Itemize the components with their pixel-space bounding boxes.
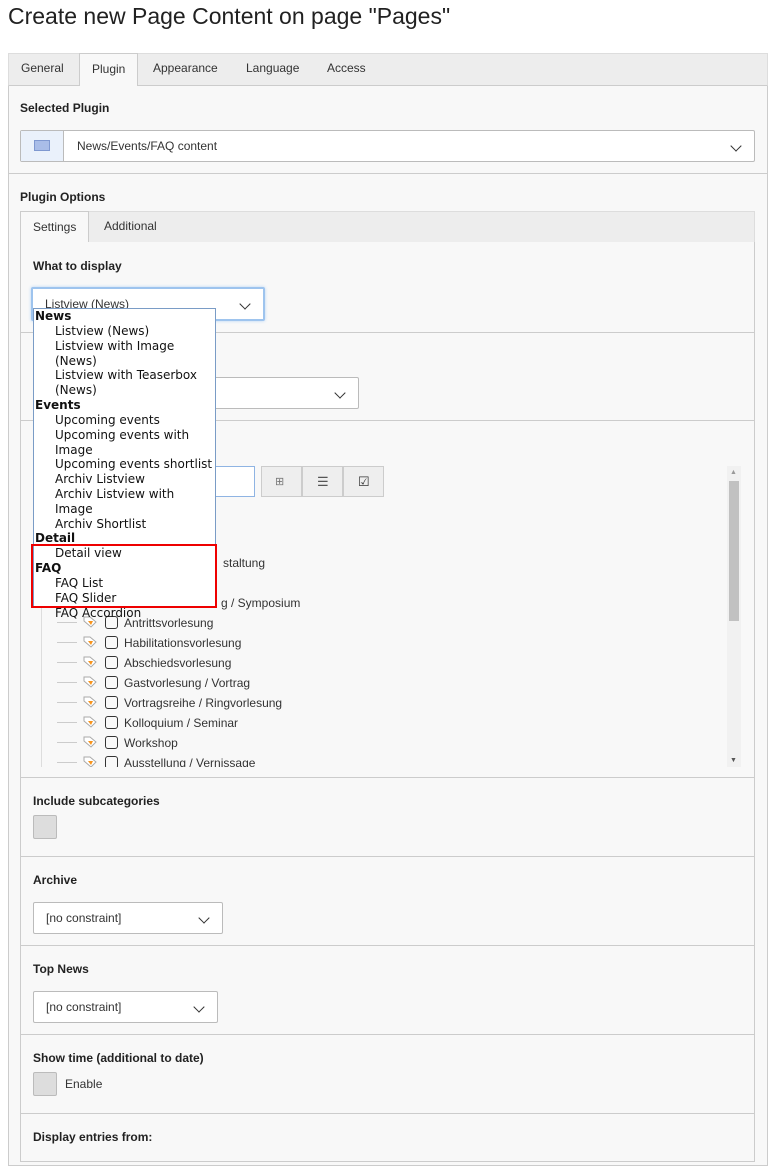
tree-item[interactable]: Gastvorlesung / Vortrag	[57, 673, 250, 693]
tree-item[interactable]: Workshop	[57, 733, 178, 753]
show-time-label: Show time (additional to date)	[33, 1051, 204, 1065]
tree-item[interactable]: staltung	[223, 553, 265, 573]
dropdown-group-events: Events	[35, 397, 81, 412]
divider	[21, 1113, 754, 1114]
checkbox[interactable]	[105, 676, 118, 689]
plugin-options-tabs: Settings Additional	[20, 211, 755, 243]
show-time-enable-label: Enable	[65, 1077, 103, 1091]
tab-language[interactable]: Language	[234, 53, 311, 86]
tree-scrollbar[interactable]: ▲ ▼	[727, 466, 741, 767]
chevron-down-icon	[193, 1001, 205, 1013]
page-title: Create new Page Content on page "Pages"	[8, 3, 451, 29]
tree-item-label: Habilitationsvorlesung	[124, 636, 242, 650]
top-news-value: [no constraint]	[46, 1000, 122, 1014]
dropdown-option[interactable]: Listview with Image (News)	[34, 339, 215, 369]
divider	[21, 777, 754, 778]
category-tag-icon	[83, 736, 105, 750]
dropdown-option[interactable]: FAQ Slider	[34, 591, 215, 606]
include-subcategories-checkbox[interactable]	[33, 815, 57, 839]
selected-plugin-select[interactable]: News/Events/FAQ content	[20, 130, 755, 162]
tab-additional[interactable]: Additional	[92, 211, 169, 244]
dropdown-option[interactable]: Upcoming events	[34, 413, 215, 428]
category-tag-icon	[83, 656, 105, 670]
top-news-select[interactable]: [no constraint]	[33, 991, 218, 1023]
tab-general[interactable]: General	[9, 53, 76, 86]
dropdown-option[interactable]: Archiv Listview with Image	[34, 487, 215, 517]
divider	[9, 173, 767, 174]
divider	[21, 856, 754, 857]
tree-item-label: Vortragsreihe / Ringvorlesung	[124, 696, 283, 710]
category-tag-icon	[83, 696, 105, 710]
tree-item[interactable]: g / Symposium	[221, 593, 300, 613]
include-subcategories-label: Include subcategories	[33, 794, 160, 808]
archive-value: [no constraint]	[46, 911, 122, 925]
dropdown-option[interactable]: Upcoming events with Image	[34, 428, 215, 458]
category-tag-icon	[83, 716, 105, 730]
archive-select[interactable]: [no constraint]	[33, 902, 223, 934]
tree-item-label: Kolloquium / Seminar	[124, 716, 239, 730]
tree-item[interactable]: Abschiedsvorlesung	[57, 653, 231, 673]
tree-item-label: Abschiedsvorlesung	[124, 656, 232, 670]
what-to-display-label: What to display	[33, 259, 122, 273]
main-tabs: General Plugin Appearance Language Acces…	[8, 53, 768, 87]
selected-plugin-label: Selected Plugin	[20, 101, 110, 115]
tree-item-label: Gastvorlesung / Vortrag	[124, 676, 251, 690]
dropdown-option[interactable]: Listview with Teaserbox (News)	[34, 368, 215, 398]
chevron-down-icon	[239, 298, 251, 310]
tab-appearance[interactable]: Appearance	[141, 53, 230, 86]
top-news-label: Top News	[33, 962, 89, 976]
show-time-checkbox[interactable]	[33, 1072, 57, 1096]
tab-settings[interactable]: Settings	[20, 211, 90, 243]
plugin-icon	[21, 131, 64, 161]
display-entries-from-label: Display entries from:	[33, 1130, 153, 1144]
tree-item[interactable]: Kolloquium / Seminar	[57, 713, 238, 733]
tab-plugin[interactable]: Plugin	[79, 53, 139, 87]
checkbox[interactable]	[105, 756, 118, 767]
selected-plugin-value: News/Events/FAQ content	[77, 139, 218, 153]
chevron-down-icon	[730, 140, 742, 152]
category-tag-icon	[83, 676, 105, 690]
divider	[21, 1034, 754, 1035]
tab-access[interactable]: Access	[315, 53, 378, 86]
checkbox[interactable]	[105, 696, 118, 709]
tree-item[interactable]: Vortragsreihe / Ringvorlesung	[57, 693, 282, 713]
dropdown-group-detail: Detail	[35, 531, 76, 546]
tree-item-label: Workshop	[124, 736, 178, 750]
dropdown-option[interactable]: Archiv Listview	[34, 472, 215, 487]
what-to-display-dropdown: News Listview (News) Listview with Image (…	[33, 308, 216, 620]
dropdown-group-faq: FAQ	[35, 561, 62, 576]
dropdown-option[interactable]: Detail view	[34, 546, 215, 561]
tree-item[interactable]: Habilitationsvorlesung	[57, 633, 241, 653]
dropdown-option[interactable]: Upcoming events shortlist	[34, 457, 215, 472]
plugin-options-label: Plugin Options	[20, 190, 106, 204]
chevron-down-icon	[198, 912, 210, 924]
dropdown-option[interactable]: Archiv Shortlist	[34, 517, 215, 532]
category-tag-icon	[83, 756, 105, 767]
archive-label: Archive	[33, 873, 78, 887]
dropdown-option[interactable]: FAQ Accordion	[34, 606, 215, 621]
checkbox[interactable]	[105, 716, 118, 729]
dropdown-group-news: News	[35, 309, 72, 323]
category-tag-icon	[83, 636, 105, 650]
checkbox[interactable]	[105, 656, 118, 669]
divider	[21, 945, 754, 946]
dropdown-option[interactable]: FAQ List	[34, 576, 215, 591]
checkbox[interactable]	[105, 636, 118, 649]
tree-item-label: g / Symposium	[221, 596, 301, 610]
dropdown-option[interactable]: Listview (News)	[34, 324, 215, 339]
checkbox[interactable]	[105, 736, 118, 749]
tree-item[interactable]: Ausstellung / Vernissage	[57, 753, 255, 767]
tree-item-label: Ausstellung / Vernissage	[124, 756, 256, 767]
chevron-down-icon	[334, 387, 346, 399]
